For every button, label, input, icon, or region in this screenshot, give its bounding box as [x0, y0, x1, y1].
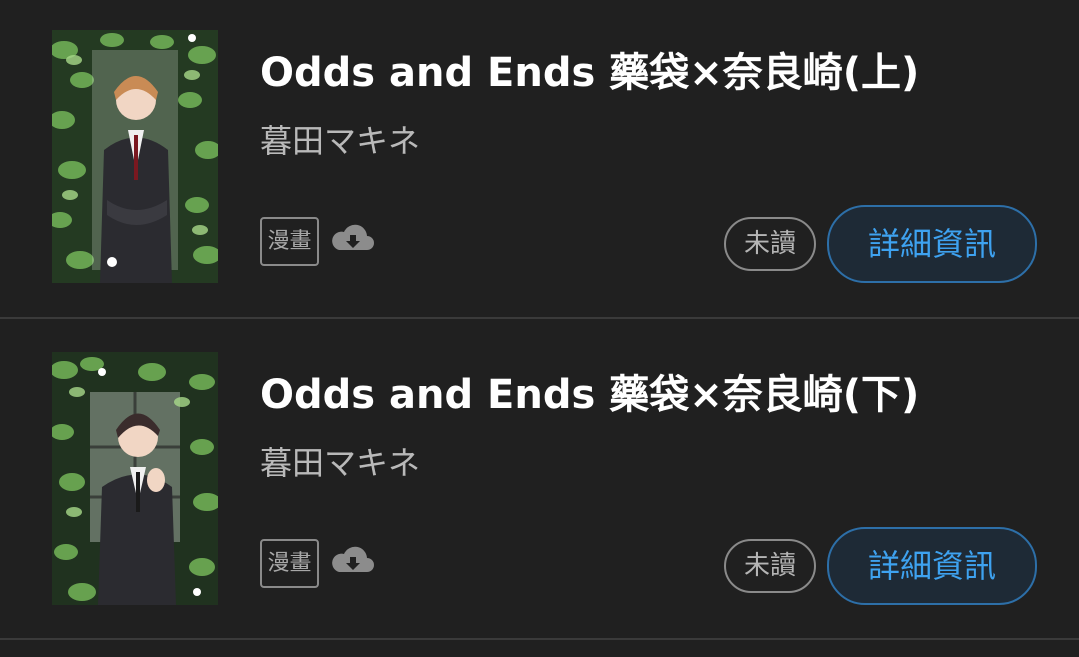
type-badge: 漫畫: [260, 217, 319, 266]
book-cover[interactable]: [52, 30, 218, 283]
book-cover[interactable]: [52, 352, 218, 605]
type-badge: 漫畫: [260, 539, 319, 588]
divider: [0, 317, 1079, 319]
list-item[interactable]: Odds and Ends 藥袋×奈良崎(下) 暮田マキネ 漫畫 未讀 詳細資訊: [0, 322, 1079, 640]
detail-info-button[interactable]: 詳細資訊: [827, 205, 1037, 283]
book-author: 暮田マキネ: [260, 444, 421, 482]
cloud-download-icon[interactable]: [329, 222, 377, 258]
book-title[interactable]: Odds and Ends 藥袋×奈良崎(下): [260, 362, 919, 420]
read-status-badge: 未讀: [724, 539, 816, 593]
cover-art: [52, 30, 218, 283]
cover-art: [52, 352, 218, 605]
cloud-download-icon[interactable]: [329, 544, 377, 580]
divider: [0, 638, 1079, 640]
book-list: Odds and Ends 藥袋×奈良崎(上) 暮田マキネ 漫畫 未讀 詳細資訊: [0, 0, 1079, 657]
book-author: 暮田マキネ: [260, 122, 421, 160]
book-title[interactable]: Odds and Ends 藥袋×奈良崎(上): [260, 40, 919, 98]
detail-info-button[interactable]: 詳細資訊: [827, 527, 1037, 605]
read-status-badge: 未讀: [724, 217, 816, 271]
list-item[interactable]: Odds and Ends 藥袋×奈良崎(上) 暮田マキネ 漫畫 未讀 詳細資訊: [0, 0, 1079, 318]
